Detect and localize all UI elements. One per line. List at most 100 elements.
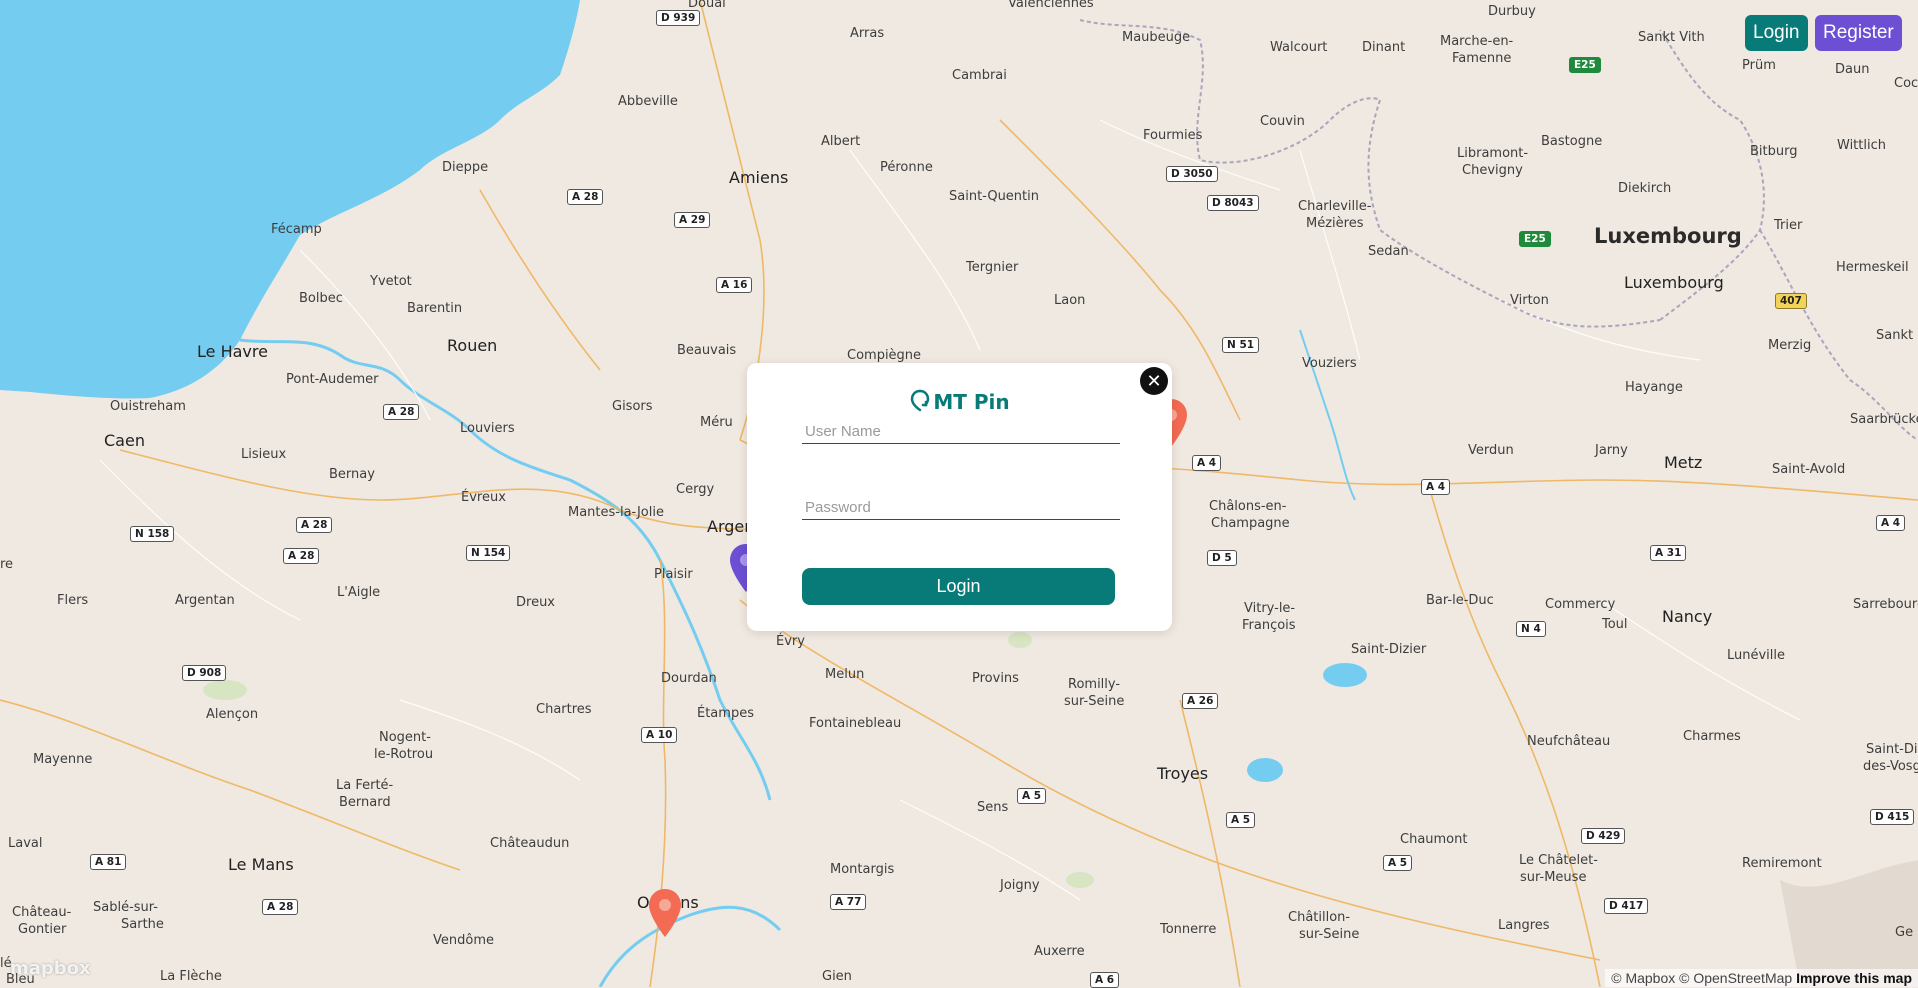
place-label: Tonnerre xyxy=(1160,922,1217,937)
place-label: Louviers xyxy=(460,421,515,436)
place-label: des-Vosges xyxy=(1863,759,1918,774)
place-label: Château- xyxy=(12,905,72,920)
place-label: Durbuy xyxy=(1488,4,1536,19)
login-modal: MT Pin Login xyxy=(747,363,1172,631)
place-label: Le Havre xyxy=(197,342,268,361)
mapbox-logo[interactable]: mapbox xyxy=(10,958,91,979)
place-label: Sankt Vith xyxy=(1638,30,1705,45)
place-label: L'Aigle xyxy=(337,585,381,600)
place-label: Luxembourg xyxy=(1594,224,1742,248)
map-pin-refresh-icon xyxy=(911,389,930,412)
place-label: Saint-Avold xyxy=(1772,462,1846,477)
brand-logo: MT Pin xyxy=(747,388,1172,414)
place-label: Méru xyxy=(700,415,733,430)
road-shield: A 6 xyxy=(1090,972,1120,988)
place-label: Laon xyxy=(1054,293,1086,308)
place-label: Péronne xyxy=(880,160,933,175)
road-shield: A 5 xyxy=(1226,812,1256,828)
road-shield: D 939 xyxy=(656,10,701,26)
place-label: Lunéville xyxy=(1727,648,1786,663)
place-label: Cambrai xyxy=(952,68,1007,83)
road-shield: A 81 xyxy=(90,854,127,870)
place-label: Saarbrücken xyxy=(1850,412,1918,427)
close-icon[interactable]: ✕ xyxy=(1140,367,1168,395)
place-label: Évreux xyxy=(461,490,506,505)
place-label: Cergy xyxy=(676,482,715,497)
place-label: Amiens xyxy=(729,168,789,187)
register-button[interactable]: Register xyxy=(1815,15,1902,51)
place-label: Pont-Audemer xyxy=(286,372,379,387)
place-label: Auxerre xyxy=(1034,944,1085,959)
place-label: Wittlich xyxy=(1837,138,1886,153)
place-label: Sablé-sur- xyxy=(93,900,158,915)
road-shield: A 28 xyxy=(296,517,333,533)
place-label: Bolbec xyxy=(299,291,343,306)
place-label: La Ferté- xyxy=(336,778,394,793)
road-shield: N 154 xyxy=(466,545,511,561)
place-label: Caen xyxy=(104,431,145,450)
place-label: Dieppe xyxy=(442,160,489,175)
attribution-text[interactable]: © Mapbox © OpenStreetMap xyxy=(1611,970,1792,986)
place-label: Argentan xyxy=(175,593,235,608)
place-label: Hermeskeil xyxy=(1836,260,1909,275)
place-label: Dinant xyxy=(1362,40,1406,55)
place-label: Flers xyxy=(57,593,89,608)
road-shield: N 51 xyxy=(1222,337,1260,353)
place-label: Vendôme xyxy=(433,933,494,948)
place-label: La Flèche xyxy=(160,969,222,984)
place-label: Sarthe xyxy=(121,917,164,932)
road-shield: A 4 xyxy=(1421,479,1451,495)
road-shield: D 5 xyxy=(1207,550,1237,566)
improve-map-link[interactable]: Improve this map xyxy=(1796,970,1912,986)
login-submit-button[interactable]: Login xyxy=(802,568,1115,605)
password-input[interactable] xyxy=(802,496,1120,520)
place-label: Provins xyxy=(972,671,1019,686)
road-shield: A 28 xyxy=(283,548,320,564)
place-label: Famenne xyxy=(1452,51,1512,66)
place-label: Saint-Dizier xyxy=(1351,642,1427,657)
brand-name: MT Pin xyxy=(933,390,1010,414)
place-label: Troyes xyxy=(1157,764,1209,783)
place-label: Saint-Quentin xyxy=(949,189,1039,204)
place-label: Abbeville xyxy=(618,94,678,109)
road-shield: N 4 xyxy=(1516,621,1546,637)
place-label: Fontainebleau xyxy=(809,716,902,731)
place-label: Chartres xyxy=(536,702,592,717)
place-label: Châlons-en- xyxy=(1209,499,1287,514)
map-pin-red[interactable] xyxy=(647,887,683,939)
road-shield: A 10 xyxy=(641,727,678,743)
place-label: Gisors xyxy=(612,399,653,414)
place-label: Le Mans xyxy=(228,855,294,874)
place-label: Joigny xyxy=(1000,878,1040,893)
place-label: Dourdan xyxy=(661,671,717,686)
place-label: Couvin xyxy=(1260,114,1305,129)
place-label: Bastogne xyxy=(1541,134,1603,149)
road-shield: 407 xyxy=(1775,293,1807,309)
place-label: Bernay xyxy=(329,467,375,482)
road-shield: A 29 xyxy=(674,212,711,228)
road-shield: D 908 xyxy=(182,665,227,681)
login-button[interactable]: Login xyxy=(1745,15,1808,51)
place-label: Charleville- xyxy=(1298,199,1372,214)
road-shield: A 28 xyxy=(262,899,299,915)
place-label: Metz xyxy=(1664,453,1703,472)
place-label: Barentin xyxy=(407,301,463,316)
place-label: Melun xyxy=(825,667,865,682)
place-label: Vitry-le- xyxy=(1244,601,1296,616)
road-shield: A 4 xyxy=(1192,455,1222,471)
place-label: Prüm xyxy=(1742,58,1776,73)
place-label: Charmes xyxy=(1683,729,1741,744)
place-label: Fourmies xyxy=(1143,128,1203,143)
road-shield: D 8043 xyxy=(1207,195,1259,211)
place-label: Compiègne xyxy=(847,348,922,363)
road-shield: A 5 xyxy=(1017,788,1047,804)
place-label: Diekirch xyxy=(1618,181,1672,196)
road-shield: A 16 xyxy=(716,277,753,293)
place-label: Arras xyxy=(850,26,885,41)
place-label: Sens xyxy=(977,800,1009,815)
username-input[interactable] xyxy=(802,420,1120,444)
place-label: Plaisir xyxy=(654,567,693,582)
place-label: re xyxy=(0,557,14,572)
place-label: Langres xyxy=(1498,918,1550,933)
place-label: Toul xyxy=(1602,617,1628,632)
